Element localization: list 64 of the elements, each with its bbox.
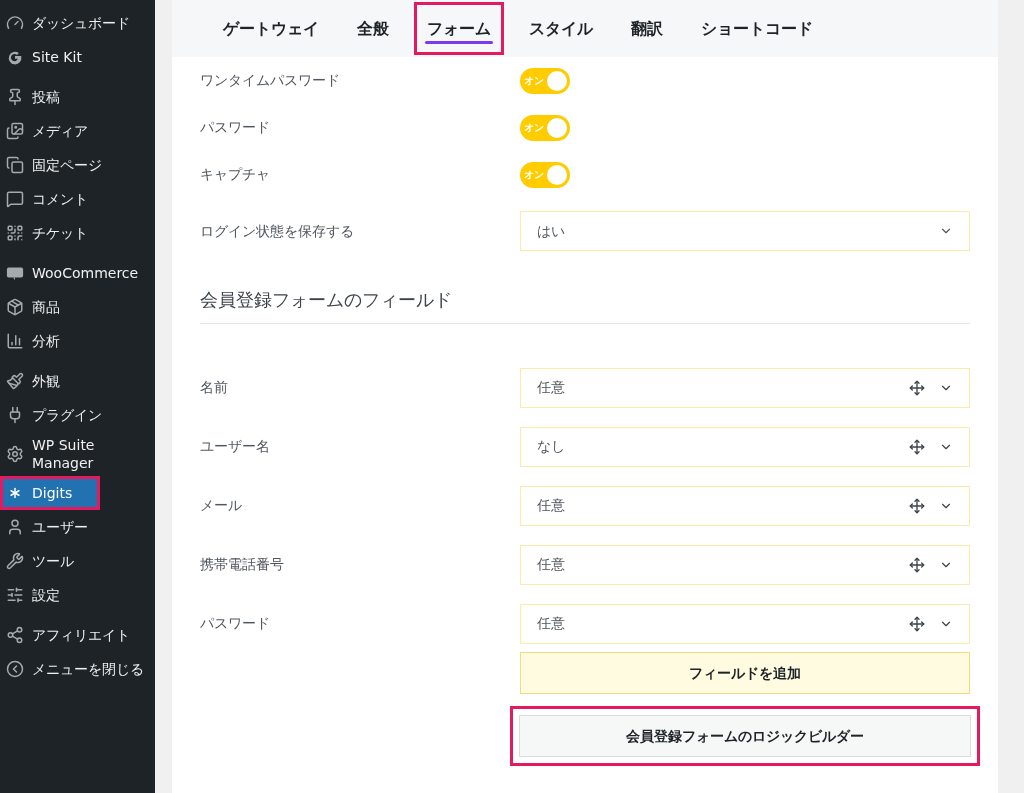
sidebar-item[interactable]: Digits [0, 476, 100, 510]
settings-icon [6, 445, 24, 463]
wrench-icon [6, 552, 24, 570]
sidebar-item[interactable]: 分析 [0, 324, 155, 358]
move-icon[interactable] [909, 379, 925, 396]
sidebar-item[interactable]: チケット [0, 216, 155, 250]
grid-icon [6, 224, 24, 242]
tab[interactable]: ショートコード [688, 2, 826, 55]
move-icon[interactable] [909, 438, 925, 455]
brush-icon [6, 372, 24, 390]
section-title: 会員登録フォームのフィールド [200, 286, 970, 324]
media-icon [6, 122, 24, 140]
sidebar-item[interactable]: WooCommerce [0, 256, 155, 290]
sliders-icon [6, 586, 24, 604]
setting-label: ログイン状態を保存する [200, 221, 355, 241]
sidebar-item[interactable]: プラグイン [0, 398, 155, 432]
field-label: ユーザー名 [200, 437, 271, 456]
move-icon[interactable] [909, 556, 925, 573]
tab[interactable]: 翻訳 [618, 2, 676, 55]
sidebar-item[interactable]: ツール [0, 544, 155, 578]
field-label: パスワード [200, 614, 271, 633]
share-icon [6, 626, 24, 644]
select-field[interactable]: 任意 [520, 485, 970, 526]
sidebar-item[interactable]: ユーザー [0, 510, 155, 544]
sidebar-item[interactable]: 固定ページ [0, 148, 155, 182]
setting-label: ワンタイムパスワード [200, 71, 341, 90]
select-field[interactable]: はい [520, 211, 970, 251]
sidebar-item[interactable]: 設定 [0, 578, 155, 612]
select-field[interactable]: 任意 [520, 544, 970, 585]
field-label: 名前 [200, 378, 229, 397]
collapse-icon [6, 660, 24, 678]
sidebar-item[interactable]: 投稿 [0, 80, 155, 114]
select-field[interactable]: なし [520, 426, 970, 467]
tab[interactable]: 全般 [344, 2, 402, 55]
dashboard-icon [6, 14, 24, 32]
select-field[interactable]: 任意 [520, 367, 970, 408]
move-icon[interactable] [909, 615, 925, 632]
sidebar-item[interactable]: アフィリエイト [0, 618, 155, 652]
bar-chart-icon [6, 332, 24, 350]
add-field-button[interactable]: フィールドを追加 [520, 652, 970, 694]
sidebar-item[interactable]: WP Suite Manager [0, 432, 155, 476]
sidebar-item[interactable]: メニューを閉じる [0, 652, 155, 686]
move-icon[interactable] [909, 497, 925, 514]
setting-label: キャプチャ [200, 165, 271, 184]
logic-builder-button[interactable]: 会員登録フォームのロジックビルダー [519, 715, 971, 757]
setting-label: パスワード [200, 118, 271, 137]
tab[interactable]: ゲートウェイ [210, 2, 332, 55]
pin-icon [6, 88, 24, 106]
sidebar-item[interactable]: 外観 [0, 364, 155, 398]
tab[interactable]: フォーム [414, 2, 504, 55]
sidebar-item[interactable]: Site Kit [0, 40, 155, 74]
sidebar-item[interactable]: ダッシュボード [0, 6, 155, 40]
tab[interactable]: スタイル [516, 2, 606, 55]
pages-icon [6, 156, 24, 174]
field-label: 携帯電話番号 [200, 555, 285, 574]
sidebar-item[interactable]: 商品 [0, 290, 155, 324]
select-field[interactable]: 任意 [520, 603, 970, 644]
sidebar-item[interactable]: コメント [0, 182, 155, 216]
box-icon [6, 298, 24, 316]
active-tab-underline [425, 41, 493, 44]
sidebar-item[interactable]: メディア [0, 114, 155, 148]
user-icon [6, 518, 24, 536]
field-label: メール [200, 496, 243, 515]
comment-icon [6, 190, 24, 208]
